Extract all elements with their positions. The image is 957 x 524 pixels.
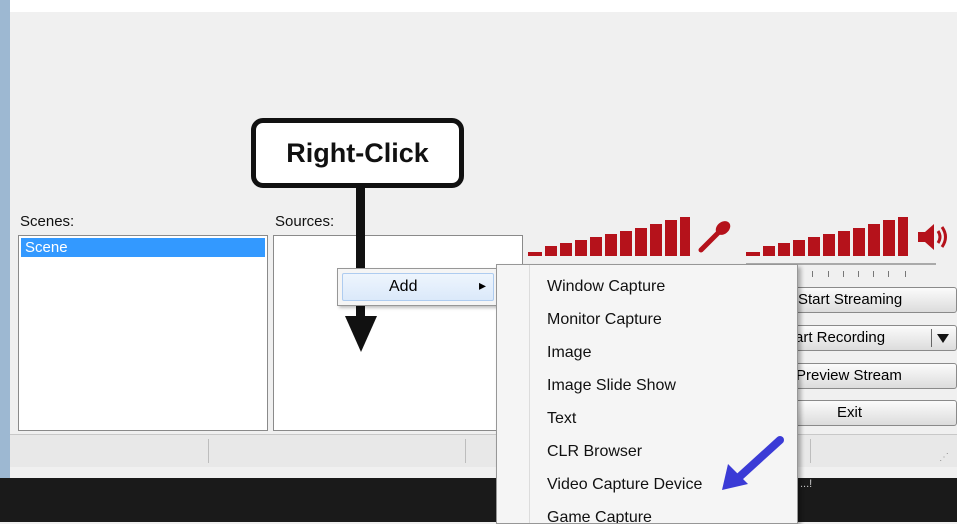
- start-streaming-button[interactable]: Start Streaming: [770, 287, 957, 313]
- scene-item[interactable]: Scene: [21, 238, 265, 257]
- sources-list[interactable]: [273, 235, 523, 431]
- preview-stream-button[interactable]: Preview Stream: [770, 363, 957, 389]
- window-left-border: [0, 0, 10, 478]
- speaker-icon[interactable]: [916, 222, 952, 252]
- dropdown-arrow-icon[interactable]: [937, 334, 949, 343]
- menu-item-image-slide-show[interactable]: Image Slide Show: [547, 377, 676, 395]
- annotation-pointer-arrow-icon: [722, 436, 784, 490]
- sources-label: Sources:: [275, 213, 335, 230]
- menu-item-clr-browser[interactable]: CLR Browser: [547, 443, 642, 461]
- resize-grip-icon[interactable]: ⋰: [939, 452, 949, 463]
- context-menu-add[interactable]: Add ▸: [342, 273, 494, 301]
- menu-item-window-capture[interactable]: Window Capture: [547, 278, 665, 296]
- menu-item-monitor-capture[interactable]: Monitor Capture: [547, 311, 662, 329]
- top-strip: [0, 0, 957, 12]
- preview-area: [10, 12, 957, 212]
- scenes-label: Scenes:: [20, 213, 75, 230]
- right-click-callout: Right-Click: [251, 118, 464, 188]
- menu-item-image[interactable]: Image: [547, 344, 591, 362]
- menu-item-text[interactable]: Text: [547, 410, 576, 428]
- context-menu: Add ▸: [337, 268, 499, 306]
- taskbar-area: ...!: [0, 478, 957, 522]
- microphone-icon[interactable]: [696, 218, 734, 254]
- submenu-arrow-icon: ▸: [479, 277, 487, 293]
- exit-button[interactable]: Exit: [770, 400, 957, 426]
- scenes-list[interactable]: Scene: [18, 235, 268, 431]
- status-bar: ⋰: [10, 434, 957, 467]
- start-recording-button[interactable]: art Recording: [770, 325, 957, 351]
- menu-item-video-capture-device[interactable]: Video Capture Device: [547, 476, 702, 494]
